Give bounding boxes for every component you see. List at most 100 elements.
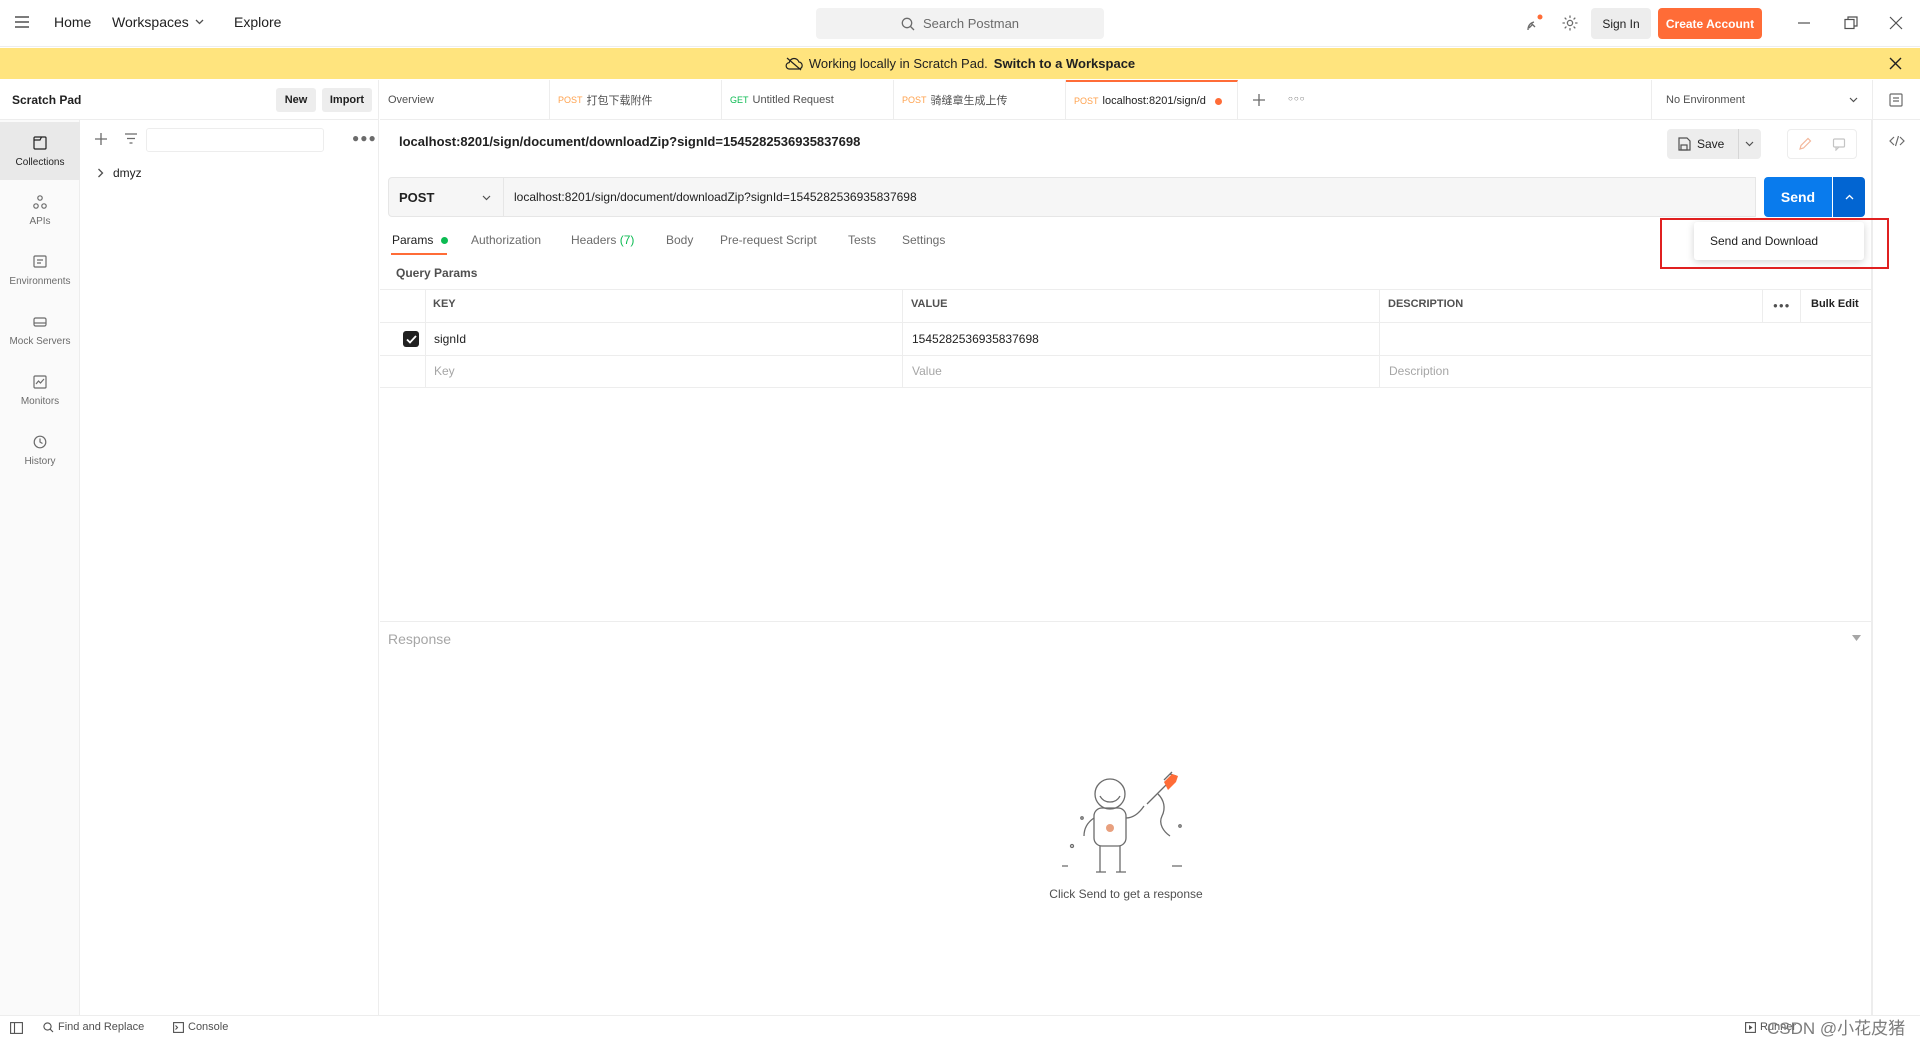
response-title: Response <box>388 631 452 647</box>
collection-item-dmyz[interactable]: dmyz <box>80 160 379 186</box>
table-more-icon[interactable]: ●●● <box>1773 301 1791 310</box>
toggle-sidebar-icon[interactable] <box>10 1022 23 1034</box>
tab-label: Params <box>392 233 434 247</box>
tab-label: 打包下载附件 <box>586 95 653 107</box>
collections-panel: ●●● dmyz <box>80 120 379 1015</box>
nav-monitors[interactable]: Monitors <box>0 361 80 419</box>
param-key-cell[interactable]: signId <box>434 332 466 346</box>
workspace-title: Scratch Pad <box>12 93 82 107</box>
environments-icon <box>33 254 47 268</box>
empty-response-text: Click Send to get a response <box>1049 887 1203 901</box>
bulk-edit-button[interactable]: Bulk Edit <box>1811 298 1859 310</box>
tab-download-attachments[interactable]: POST 打包下载附件 <box>550 80 722 120</box>
table-border <box>1762 289 1763 322</box>
tab-label: Headers <box>571 233 617 247</box>
add-collection-icon[interactable] <box>94 132 108 146</box>
send-button[interactable]: Send <box>1764 177 1832 217</box>
save-icon <box>1678 137 1691 151</box>
tab-seal-upload[interactable]: POST 骑缝章生成上传 <box>894 80 1066 120</box>
tab-authorization[interactable]: Authorization <box>471 233 541 247</box>
search-icon <box>43 1021 54 1032</box>
tab-active-request[interactable]: POST localhost:8201/sign/d <box>1066 80 1238 120</box>
save-button[interactable]: Save <box>1667 129 1761 159</box>
table-border <box>1379 289 1380 388</box>
monitors-icon <box>33 374 47 389</box>
console-label: Console <box>188 1021 229 1033</box>
more-options-icon[interactable]: ●●● <box>352 131 377 145</box>
param-value-cell[interactable]: 1545282536935837698 <box>912 332 1039 346</box>
switch-workspace-link[interactable]: Switch to a Workspace <box>994 56 1135 71</box>
nav-workspaces[interactable]: Workspaces <box>112 14 204 30</box>
create-account-button[interactable]: Create Account <box>1658 8 1762 39</box>
left-nav: Collections APIs Environments Mock Serve… <box>0 120 80 1015</box>
new-description-input[interactable]: Description <box>1389 364 1449 378</box>
edit-pencil-icon[interactable] <box>1798 137 1812 151</box>
satellite-icon[interactable] <box>1526 14 1544 32</box>
request-title[interactable]: localhost:8201/sign/document/downloadZip… <box>399 134 860 149</box>
tab-more-icon[interactable]: ○○○ <box>1288 94 1306 103</box>
edit-actions <box>1787 129 1857 159</box>
param-enabled-checkbox[interactable] <box>403 331 419 347</box>
console-button[interactable]: Console <box>173 1021 228 1033</box>
nav-collections[interactable]: Collections <box>0 122 80 180</box>
environment-quick-look-icon[interactable] <box>1888 92 1904 108</box>
nav-workspaces-label: Workspaces <box>112 14 189 30</box>
search-input[interactable]: Search Postman <box>816 8 1104 39</box>
new-tab-icon[interactable] <box>1252 93 1266 107</box>
nav-home[interactable]: Home <box>54 14 91 30</box>
environment-select[interactable]: No Environment <box>1651 80 1873 120</box>
tab-body[interactable]: Body <box>666 233 693 247</box>
new-value-input[interactable]: Value <box>912 364 942 378</box>
minimize-icon[interactable] <box>1797 16 1811 30</box>
nav-label: Monitors <box>20 395 60 407</box>
tab-headers[interactable]: Headers (7) <box>571 233 634 247</box>
url-input[interactable]: localhost:8201/sign/document/downloadZip… <box>504 177 1756 217</box>
highlight-annotation-box <box>1660 218 1889 269</box>
nav-mock-servers[interactable]: Mock Servers <box>0 301 80 359</box>
tab-prerequest-script[interactable]: Pre-request Script <box>720 233 817 247</box>
tab-overview[interactable]: Overview <box>380 80 550 120</box>
tab-tests[interactable]: Tests <box>848 233 876 247</box>
code-icon[interactable] <box>1889 135 1905 147</box>
method-select[interactable]: POST <box>388 177 504 217</box>
chevron-down-icon <box>482 195 491 201</box>
search-icon <box>901 17 915 30</box>
tab-method: POST <box>558 95 583 105</box>
new-key-input[interactable]: Key <box>434 364 455 378</box>
close-window-icon[interactable] <box>1889 16 1903 30</box>
astronaut-illustration <box>1052 766 1200 884</box>
nav-environments[interactable]: Environments <box>0 241 80 299</box>
banner-text: Working locally in Scratch Pad. <box>808 56 988 71</box>
settings-gear-icon[interactable] <box>1561 14 1579 32</box>
import-button[interactable]: Import <box>322 88 372 112</box>
caret-down-icon <box>1852 635 1861 641</box>
tab-params[interactable]: Params <box>392 233 448 247</box>
nav-explore[interactable]: Explore <box>234 14 281 30</box>
filter-icon[interactable] <box>124 133 138 144</box>
tab-method: POST <box>1074 96 1099 106</box>
chevron-right-icon <box>98 168 104 178</box>
table-border <box>902 289 903 388</box>
find-replace-button[interactable]: Find and Replace <box>43 1021 144 1033</box>
send-options-button[interactable] <box>1833 177 1865 217</box>
collection-search-input[interactable] <box>146 128 324 152</box>
new-button[interactable]: New <box>276 88 316 112</box>
close-banner-icon[interactable] <box>1889 57 1902 70</box>
checkmark-icon <box>405 334 417 344</box>
sign-in-button[interactable]: Sign In <box>1591 8 1651 39</box>
scratchpad-banner: Working locally in Scratch Pad. Switch t… <box>0 48 1920 79</box>
nav-history[interactable]: History <box>0 421 80 479</box>
column-header-key: KEY <box>433 298 456 310</box>
nav-apis[interactable]: APIs <box>0 181 80 239</box>
tab-label: Overview <box>388 94 434 106</box>
comment-icon[interactable] <box>1832 137 1846 151</box>
history-icon <box>33 435 47 448</box>
save-label: Save <box>1697 137 1725 151</box>
menu-icon[interactable] <box>14 15 30 29</box>
environment-label: No Environment <box>1666 94 1745 106</box>
query-params-title: Query Params <box>396 266 478 280</box>
tab-untitled-request[interactable]: GET Untitled Request <box>722 80 894 120</box>
tab-settings[interactable]: Settings <box>902 233 945 247</box>
chevron-down-icon <box>1849 97 1858 103</box>
restore-icon[interactable] <box>1844 16 1858 30</box>
